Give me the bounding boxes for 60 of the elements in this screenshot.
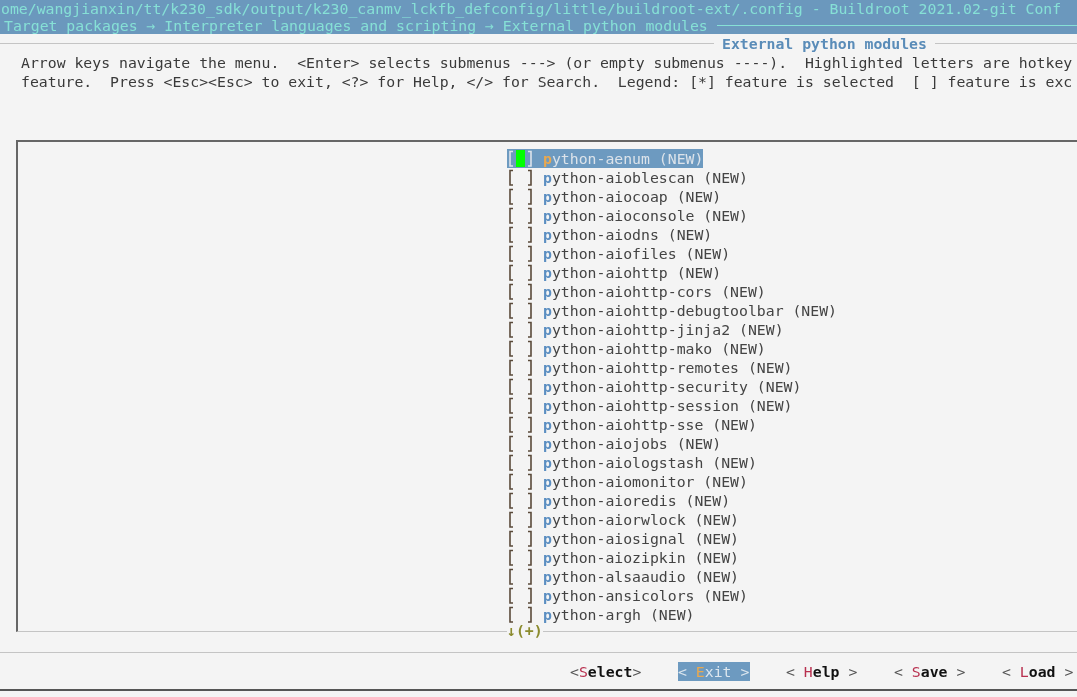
menu-item[interactable]: python-aiosignal (NEW): [507, 529, 739, 548]
checkbox[interactable]: [507, 415, 534, 434]
checkbox[interactable]: [507, 149, 534, 168]
menu-item[interactable]: python-aiomonitor (NEW): [507, 472, 748, 491]
dialog-button[interactable]: <Select>: [570, 662, 642, 681]
dialog-button[interactable]: < Load >: [1002, 662, 1074, 681]
menu-item[interactable]: python-aiohttp-sse (NEW): [507, 415, 757, 434]
menu-item[interactable]: python-aiozipkin (NEW): [507, 548, 739, 567]
checkbox[interactable]: [507, 244, 534, 263]
checkbox[interactable]: [507, 168, 534, 187]
menu-item[interactable]: python-aioblescan (NEW): [507, 168, 748, 187]
checkbox[interactable]: [507, 472, 534, 491]
dialog-button[interactable]: < Help >: [786, 662, 858, 681]
breadcrumb: Target packages → Interpreter languages and scripting → External python modules: [4, 17, 708, 34]
checkbox[interactable]: [507, 377, 534, 396]
dialog-title: External python modules: [722, 34, 927, 53]
checkbox[interactable]: [507, 282, 534, 301]
menu-item[interactable]: python-aiologstash (NEW): [507, 453, 757, 472]
more-indicator: ↓(+): [507, 623, 543, 639]
checkbox[interactable]: [507, 510, 534, 529]
checkbox[interactable]: [507, 301, 534, 320]
checkbox[interactable]: [507, 320, 534, 339]
menu-item[interactable]: python-aiojobs (NEW): [507, 434, 722, 453]
checkbox[interactable]: [507, 605, 534, 624]
checkbox[interactable]: [507, 187, 534, 206]
menu-item[interactable]: python-aiohttp-security (NEW): [507, 377, 802, 396]
checkbox[interactable]: [507, 453, 534, 472]
menu-item[interactable]: python-aiohttp-session (NEW): [507, 396, 793, 415]
checkbox[interactable]: [507, 358, 534, 377]
menu-item[interactable]: python-aiohttp-cors (NEW): [507, 282, 766, 301]
menu-item[interactable]: python-ansicolors (NEW): [507, 586, 748, 605]
checkbox[interactable]: [507, 225, 534, 244]
checkbox[interactable]: [507, 586, 534, 605]
menu-item[interactable]: python-aiofiles (NEW): [507, 244, 731, 263]
checkbox[interactable]: [507, 434, 534, 453]
menu-item[interactable]: python-aiohttp-jinja2 (NEW): [507, 320, 784, 339]
checkbox[interactable]: [507, 263, 534, 282]
menu-item[interactable]: python-aiohttp-debugtoolbar (NEW): [507, 301, 837, 320]
menu-item[interactable]: python-argh (NEW): [507, 605, 695, 624]
menu-item[interactable]: python-aiohttp-mako (NEW): [507, 339, 766, 358]
help-text-line: feature. Press <Esc><Esc> to exit, <?> for Help, </> for Search. Legend: [*] feature is selected [ ] feature is exc: [21, 72, 1074, 91]
checkbox[interactable]: [507, 567, 534, 586]
cursor-icon: [516, 150, 525, 167]
help-text-line: Arrow keys navigate the menu. <Enter> selects submenus ---> (or empty submenus ----). Highlighted letters are hotkey: [21, 53, 1074, 72]
checkbox[interactable]: [507, 529, 534, 548]
menu-item[interactable]: python-aiocoap (NEW): [507, 187, 722, 206]
menu-item[interactable]: python-aiodns (NEW): [507, 225, 713, 244]
checkbox[interactable]: [507, 396, 534, 415]
checkbox[interactable]: [507, 339, 534, 358]
menu-item[interactable]: python-aioredis (NEW): [507, 491, 731, 510]
dialog-button[interactable]: < Save >: [894, 662, 966, 681]
menu-item[interactable]: python-aioconsole (NEW): [507, 206, 748, 225]
checkbox[interactable]: [507, 491, 534, 510]
window-title: ome/wangjianxin/tt/k230_sdk/output/k230_canmv_lckfb_defconfig/little/buildroot-ext/.config - Buildroot 2021.02-git Conf: [0, 0, 1063, 17]
menu-item[interactable]: python-aiorwlock (NEW): [507, 510, 739, 529]
menu-item[interactable]: python-aiohttp-remotes (NEW): [507, 358, 793, 377]
checkbox[interactable]: [507, 206, 534, 225]
menu-item[interactable]: python-alsaaudio (NEW): [507, 567, 739, 586]
menu-item[interactable]: python-aiohttp (NEW): [507, 263, 722, 282]
checkbox[interactable]: [507, 548, 534, 567]
